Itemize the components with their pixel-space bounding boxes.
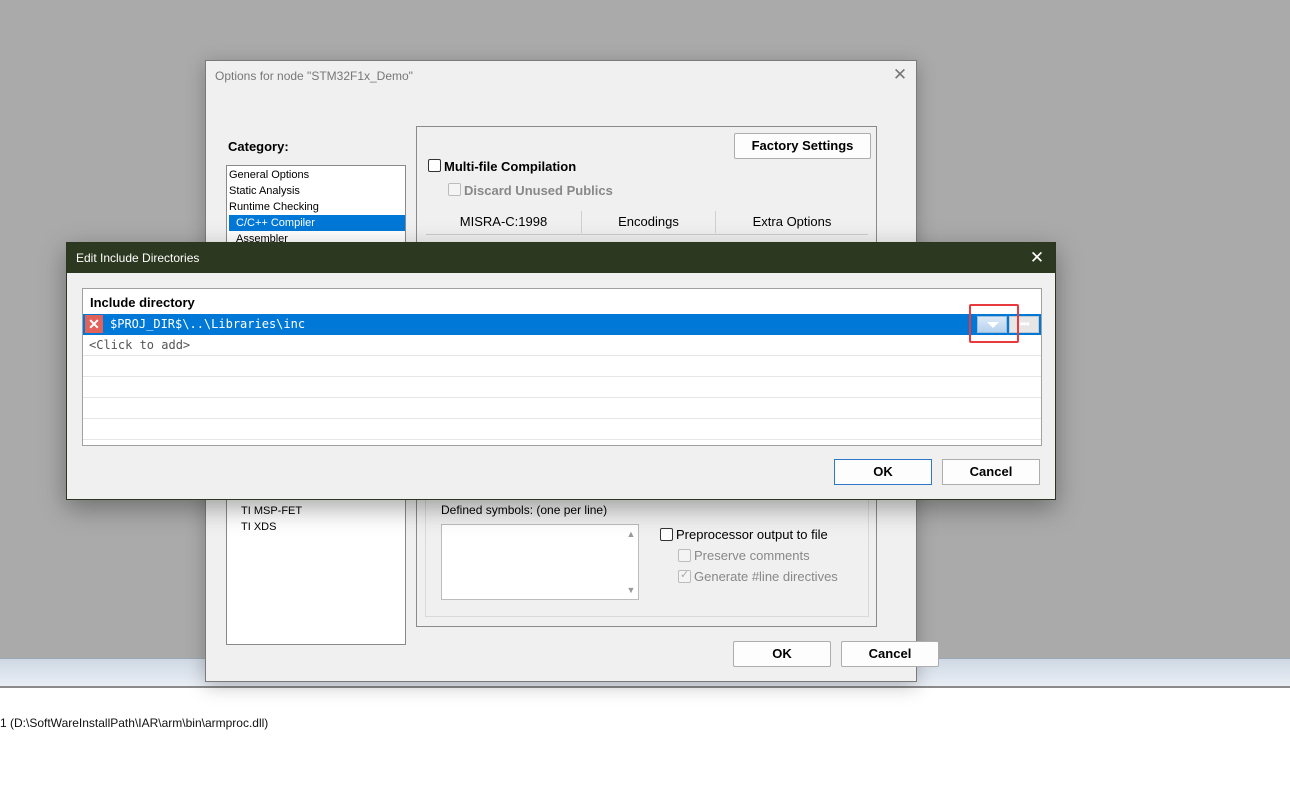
category-label: Category:: [228, 139, 289, 154]
defined-symbols-label: Defined symbols: (one per line): [441, 503, 608, 517]
build-log-line: 1 (D:\SoftWareInstallPath\IAR\arm\bin\ar…: [0, 716, 269, 730]
close-icon[interactable]: ✕: [1027, 248, 1047, 268]
category-item-ti-msp-fet[interactable]: TI MSP-FET: [241, 503, 302, 519]
delete-icon[interactable]: ✕: [85, 315, 103, 333]
factory-settings-button[interactable]: Factory Settings: [734, 133, 871, 159]
options-ok-button[interactable]: OK: [733, 641, 831, 667]
options-tabs: MISRA-C:1998 Encodings Extra Options: [426, 211, 868, 235]
category-item-static-analysis[interactable]: Static Analysis: [229, 183, 300, 199]
defined-symbols-textarea[interactable]: ▲ ▼: [441, 524, 639, 600]
preprocessor-group: Defined symbols: (one per line) ▲ ▼ Prep…: [425, 497, 869, 617]
preserve-comments-label: Preserve comments: [694, 548, 810, 563]
category-item-general-options[interactable]: General Options: [229, 167, 309, 183]
multifile-label: Multi-file Compilation: [444, 159, 577, 174]
discard-unused-checkbox[interactable]: [448, 183, 461, 196]
scroll-up-icon[interactable]: ▲: [624, 527, 638, 541]
discard-unused-label: Discard Unused Publics: [464, 183, 613, 198]
include-dialog-titlebar: Edit Include Directories ✕: [67, 243, 1055, 273]
preserve-comments-checkbox[interactable]: [678, 549, 691, 562]
category-item-c-cpp-compiler[interactable]: C/C++ Compiler: [229, 215, 405, 231]
tab-extra-options[interactable]: Extra Options: [716, 211, 868, 233]
include-directory-row[interactable]: ✕ $PROJ_DIR$\..\Libraries\inc •••: [83, 314, 1041, 335]
ide-output-panel: [0, 686, 1290, 786]
click-to-add-placeholder[interactable]: <Click to add>: [89, 338, 190, 352]
include-directory-list: Include directory ✕ $PROJ_DIR$\..\Librar…: [82, 288, 1042, 446]
scroll-down-icon[interactable]: ▼: [624, 583, 638, 597]
include-directory-path[interactable]: $PROJ_DIR$\..\Libraries\inc: [110, 317, 305, 331]
empty-row: [83, 377, 1041, 398]
include-cancel-button[interactable]: Cancel: [942, 459, 1040, 485]
generate-line-label: Generate #line directives: [694, 569, 838, 584]
dropdown-highlight-annotation: [969, 304, 1019, 343]
include-ok-button[interactable]: OK: [834, 459, 932, 485]
multifile-checkbox[interactable]: [428, 159, 441, 172]
category-item-ti-xds[interactable]: TI XDS: [241, 519, 276, 535]
options-dialog-title: Options for node "STM32F1x_Demo": [215, 69, 413, 83]
include-directory-header: Include directory: [90, 295, 195, 310]
empty-row: [83, 398, 1041, 419]
include-dialog-title: Edit Include Directories: [76, 251, 200, 265]
preprocessor-output-checkbox[interactable]: [660, 528, 673, 541]
close-icon[interactable]: ✕: [890, 65, 910, 85]
category-item-runtime-checking[interactable]: Runtime Checking: [229, 199, 319, 215]
add-entry-row[interactable]: <Click to add>: [83, 335, 1041, 356]
generate-line-checkbox[interactable]: [678, 568, 691, 583]
empty-row: [83, 356, 1041, 377]
edit-include-directories-dialog: Edit Include Directories ✕ Include direc…: [66, 242, 1056, 500]
tab-encodings[interactable]: Encodings: [582, 211, 716, 233]
tab-misra-c-1998[interactable]: MISRA-C:1998: [426, 211, 582, 233]
empty-row: [83, 419, 1041, 440]
options-cancel-button[interactable]: Cancel: [841, 641, 939, 667]
preprocessor-output-label: Preprocessor output to file: [676, 527, 828, 542]
